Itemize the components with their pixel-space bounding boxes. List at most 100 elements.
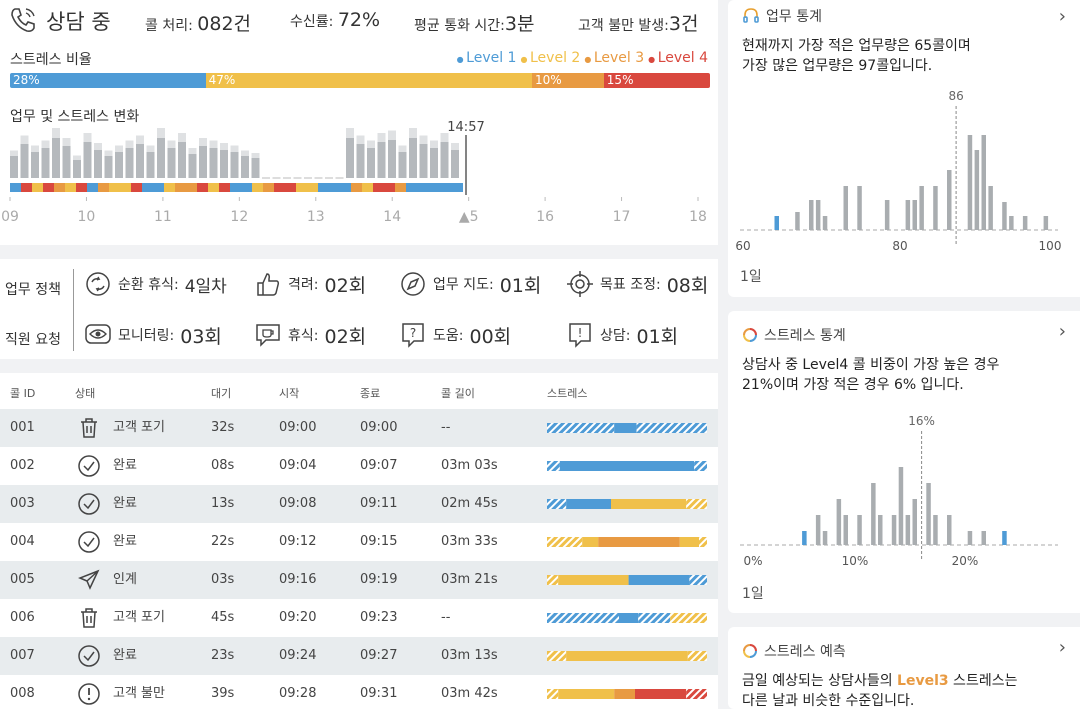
histogram-tick-label: 100 — [1039, 239, 1062, 253]
timeline-bar — [419, 144, 428, 178]
histogram-bar — [836, 499, 842, 545]
table-row[interactable]: 006 고객 포기 45s 09:20 09:23 -- — [0, 599, 718, 637]
timeline-tick-label: 11 — [154, 209, 172, 225]
legend-dot-icon: ● — [648, 55, 658, 64]
col-status[interactable]: 상태 — [75, 385, 95, 401]
stress-bar-segment — [686, 499, 707, 509]
timeline-bar-cap — [451, 143, 459, 150]
ratio-segment: 28% — [10, 73, 206, 88]
table-row[interactable]: 003 완료 13s 09:08 09:11 02m 45s — [0, 485, 718, 523]
timeline-stress-cell — [395, 183, 406, 192]
histogram-bar — [974, 150, 980, 230]
monitoring-item[interactable]: 모니터링: 03회 — [84, 321, 222, 349]
timeline-stress-cell — [274, 183, 285, 192]
legend-label: Level 1 — [466, 50, 517, 66]
legend-label: Level 4 — [657, 50, 708, 66]
call-status: 고객 포기 — [113, 420, 165, 435]
timeline-bar — [377, 142, 386, 178]
rotation-rest-item[interactable]: 순환 휴식: 4일차 — [84, 270, 227, 298]
counseling-item[interactable]: ! 상담: 01회 — [566, 321, 678, 349]
table-row[interactable]: 007 완료 23s 09:24 09:27 03m 13s — [0, 637, 718, 675]
timeline-bar — [104, 156, 113, 178]
timeline-bar-cap — [146, 145, 155, 152]
call-end: 09:07 — [360, 458, 398, 473]
work-stats-title: 업무 통계 — [766, 9, 822, 25]
call-wait: 08s — [211, 458, 235, 473]
stress-ring-icon — [743, 644, 757, 658]
table-row[interactable]: 005 인계 03s 09:16 09:19 03m 21s — [0, 561, 718, 599]
table-row[interactable]: 002 완료 08s 09:04 09:07 03m 03s — [0, 447, 718, 485]
table-row[interactable]: 008 고객 불만 39s 09:28 09:31 03m 42s — [0, 675, 718, 709]
timeline-bar — [262, 168, 270, 178]
col-start[interactable]: 시작 — [279, 385, 299, 401]
call-id: 003 — [10, 496, 35, 511]
timeline-bar-cap — [419, 135, 428, 144]
forecast-text-1: 금일 예상되는 상담사들의 Level3 스트레스는 — [742, 673, 1018, 689]
trash-icon — [81, 608, 97, 628]
histogram-bar — [1022, 216, 1028, 230]
goal-adjust-item[interactable]: 목표 조정: 08회 — [566, 270, 708, 298]
col-stress[interactable]: 스트레스 — [547, 385, 587, 401]
table-row[interactable]: 001 고객 포기 32s 09:00 09:00 -- — [0, 409, 718, 447]
timeline-bar — [209, 148, 218, 178]
work-histogram: 86 60 80 100 — [735, 89, 1062, 253]
ratio-segment-label: 28% — [13, 73, 40, 87]
table-row[interactable]: 004 완료 22s 09:12 09:15 03m 33s — [0, 523, 718, 561]
chevron-right-icon[interactable]: › — [1059, 6, 1066, 27]
timeline-tick-label: 18 — [689, 209, 707, 225]
histogram-bar — [905, 200, 911, 230]
rest-item[interactable]: 휴식: 02회 — [254, 321, 366, 349]
col-length[interactable]: 콜 길이 — [441, 385, 475, 401]
guidance-item[interactable]: 업무 지도: 01회 — [399, 270, 541, 298]
chevron-right-icon[interactable]: › — [1059, 321, 1066, 342]
timeline-stress-cell — [252, 183, 263, 192]
check-circle-icon — [78, 531, 100, 553]
ratio-segment-label: 15% — [606, 73, 634, 87]
histogram-bar — [912, 200, 917, 230]
stress-bar-segment — [614, 689, 635, 699]
timeline-tick-label: 12 — [230, 209, 248, 225]
call-wait: 39s — [211, 686, 235, 701]
legend-label: Level 3 — [593, 50, 645, 66]
stress-period: 1일 — [742, 586, 764, 602]
work-stats-card[interactable]: 업무 통계 › 현재까지 가장 적은 업무량은 65콜이며 가장 많은 업무량은 … — [728, 0, 1080, 297]
legend-dot-icon: ● — [520, 55, 530, 64]
timeline-bar — [398, 152, 407, 178]
stress-bar-segment — [547, 575, 559, 585]
stress-bar-segment — [566, 651, 688, 661]
col-wait[interactable]: 대기 — [211, 385, 231, 401]
col-end[interactable]: 종료 — [360, 385, 380, 401]
histogram-bar — [1009, 216, 1014, 230]
timeline-stress-cell — [307, 183, 318, 192]
histogram-bar — [822, 216, 828, 230]
stress-ratio-bar: 28% 47% 10% 15% — [10, 73, 710, 88]
timeline-bar-cap — [73, 155, 81, 160]
timeline-bar-cap — [125, 140, 134, 148]
encourage-item[interactable]: 격려: 02회 — [254, 270, 366, 298]
call-length: -- — [441, 420, 451, 435]
help-item[interactable]: ? 도움: 00회 — [399, 321, 511, 349]
timeline-bar — [31, 152, 39, 178]
timeline-bar — [188, 154, 197, 178]
col-id[interactable]: 콜 ID — [10, 385, 35, 401]
timeline-bar — [325, 168, 333, 178]
timeline-stress-cell — [296, 183, 307, 192]
timeline-bar — [283, 168, 291, 178]
timeline-tick-label: 13 — [307, 209, 325, 225]
timeline-stress-cell — [98, 183, 109, 192]
timeline-bar-cap — [83, 133, 92, 142]
work-stats-text-2: 가장 많은 업무량은 97콜입니다. — [742, 58, 933, 74]
chevron-right-icon[interactable]: › — [1059, 637, 1066, 658]
timeline-bar-cap — [188, 148, 197, 154]
stress-bar-segment — [582, 537, 599, 547]
call-length: -- — [441, 610, 451, 625]
call-length: 03m 13s — [441, 648, 498, 663]
call-start: 09:08 — [279, 496, 317, 511]
call-end: 09:19 — [360, 572, 398, 587]
stress-stats-text-2: 21%이며 가장 적은 경우 6% 입니다. — [742, 377, 964, 393]
timeline-bar-cap — [377, 133, 386, 142]
call-id: 007 — [10, 648, 35, 663]
histogram-tick-label: 20% — [952, 554, 979, 568]
stress-forecast-card[interactable]: 스트레스 예측 › 금일 예상되는 상담사들의 Level3 스트레스는 다른 … — [728, 627, 1080, 709]
stress-stats-card[interactable]: 스트레스 통계 › 상담사 중 Level4 콜 비중이 가장 높은 경우 21%… — [728, 311, 1080, 613]
